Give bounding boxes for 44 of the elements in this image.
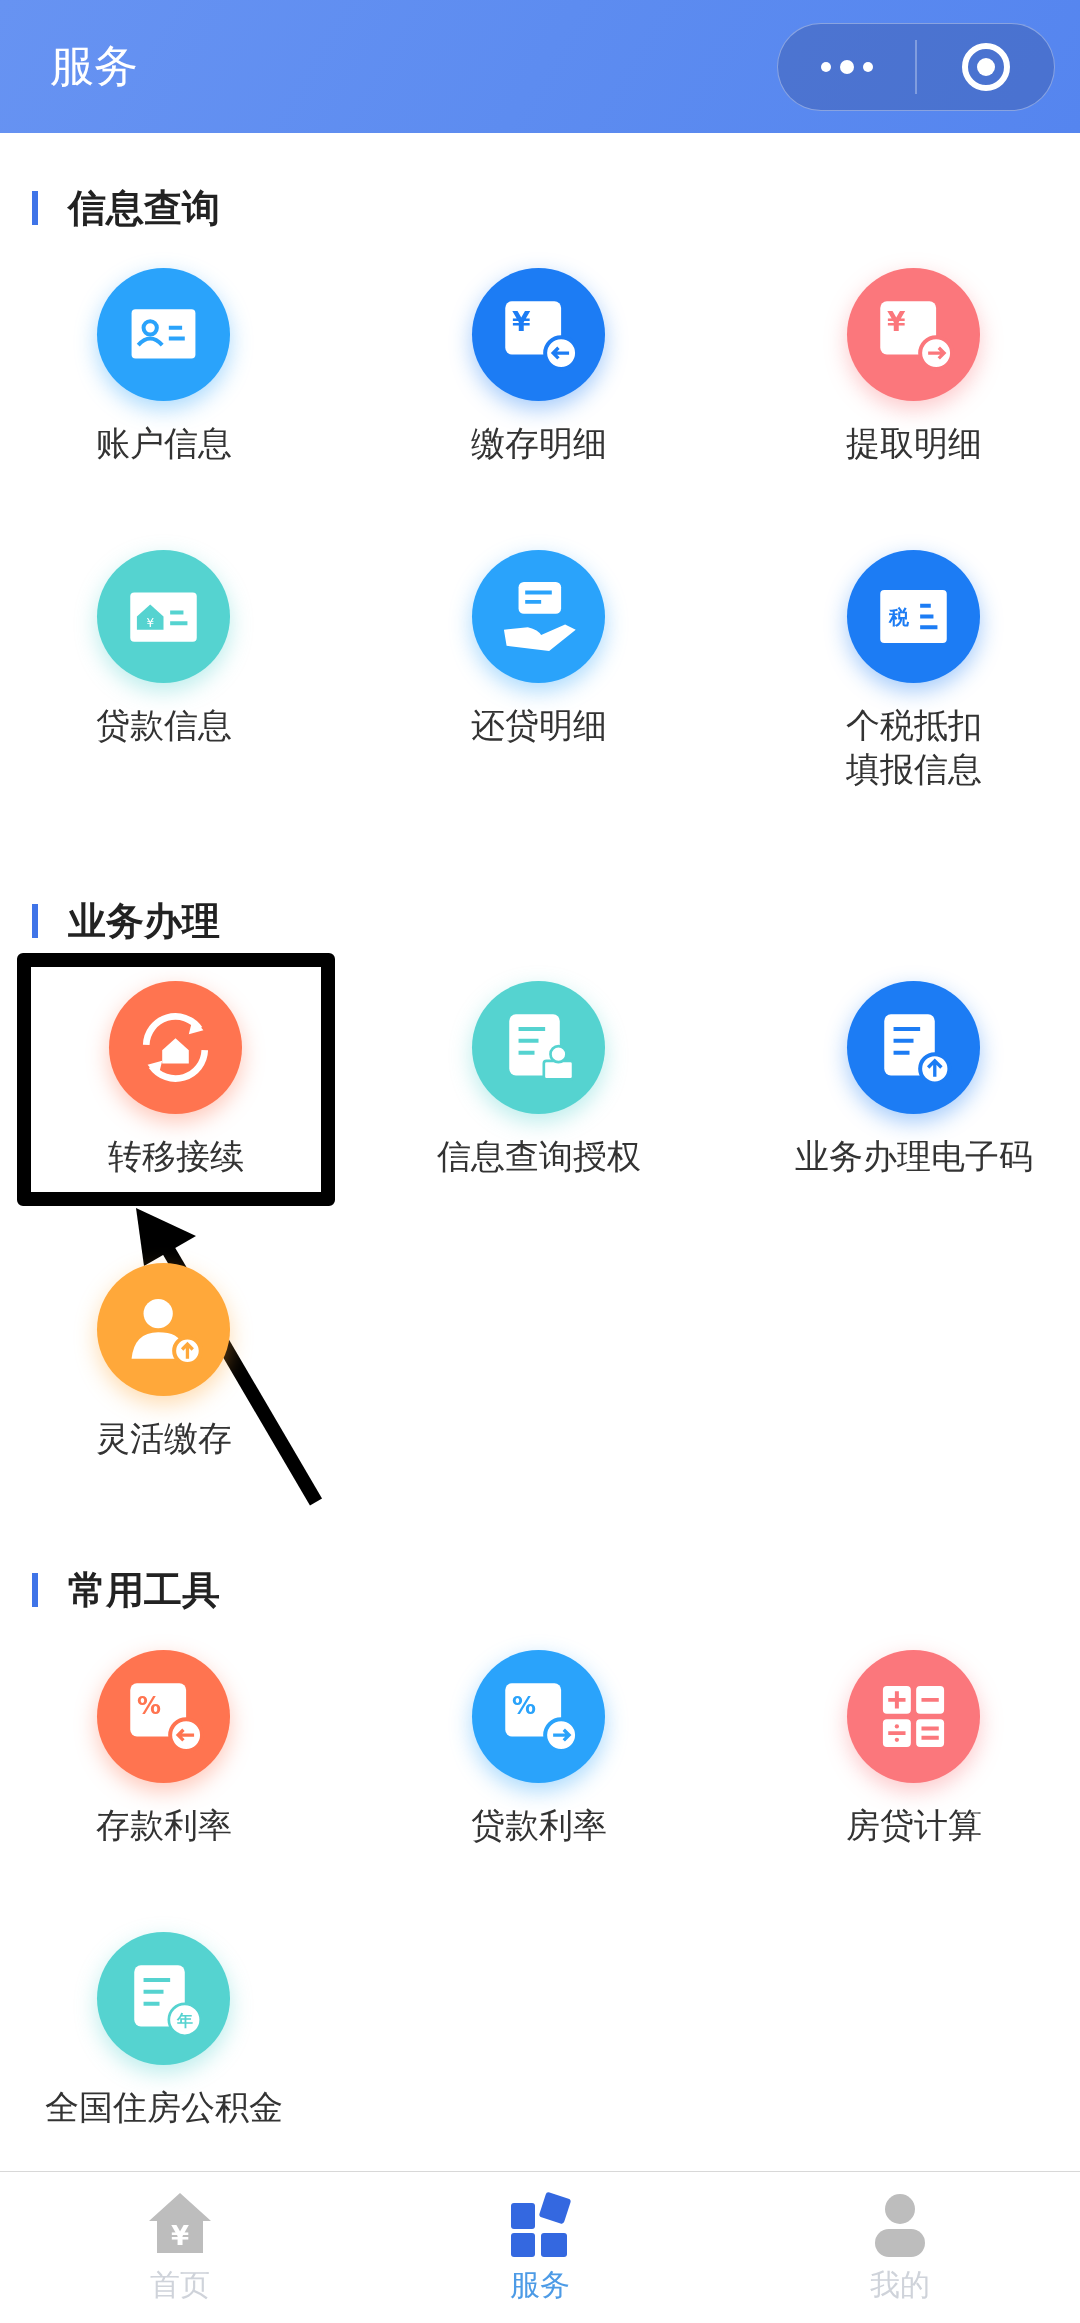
service-item[interactable]: 房贷计算 [821,1636,1006,1861]
service-item[interactable]: 业务办理电子码 [770,967,1057,1192]
service-label: 账户信息 [95,422,232,465]
service-item[interactable]: % 贷款利率 [446,1636,631,1861]
section-title: 常用工具 [68,1566,220,1614]
service-item[interactable]: ¥ 提取明细 [821,254,1006,479]
service-item[interactable]: ¥ 贷款信息 [71,536,256,805]
service-item[interactable]: % 存款利率 [71,1636,256,1861]
service-label: 缴存明细 [470,422,607,465]
document-badge-icon: 年 [97,1932,230,2065]
service-label: 还贷明细 [470,704,607,747]
service-label: 贷款信息 [95,704,232,747]
service-item-highlighted[interactable]: 转移接续 [16,953,335,1206]
service-label: 提取明细 [845,422,982,465]
service-label: 个税抵扣 [845,704,982,747]
percent-card-icon: % [97,1650,230,1783]
service-label: 填报信息 [845,748,982,791]
section-marker [32,1573,38,1607]
section-title: 业务办理 [68,897,220,945]
service-label: 全国住房公积金 [44,2086,283,2129]
service-item[interactable]: 信息查询授权 [412,967,665,1192]
service-label: 信息查询授权 [436,1135,641,1178]
target-icon [959,40,1012,93]
section-title: 信息查询 [68,184,220,232]
house-card-icon: ¥ [97,550,230,683]
tax-card-icon: 税 [847,550,980,683]
service-item[interactable]: 年 全国住房公积金 [20,1918,307,2143]
section-marker [32,191,38,225]
yen-card-icon: ¥ [847,268,980,401]
page-title: 服务 [50,39,138,93]
section-marker [32,904,38,938]
service-label: 转移接续 [107,1135,244,1178]
service-label: 灵活缴存 [95,1417,232,1460]
service-label: 房贷计算 [845,1804,982,1847]
service-item[interactable]: 税 个税抵扣 填报信息 [821,536,1006,805]
service-label: 贷款利率 [470,1804,607,1847]
service-item[interactable]: 还贷明细 [446,536,631,805]
service-label: 存款利率 [95,1804,232,1847]
service-item[interactable]: ¥ 缴存明细 [446,254,631,479]
service-label: 业务办理电子码 [794,1135,1033,1178]
yen-card-icon: ¥ [472,268,605,401]
percent-card-icon: % [472,1650,605,1783]
service-item[interactable]: 账户信息 [71,254,256,479]
service-item[interactable]: 灵活缴存 [71,1249,256,1474]
